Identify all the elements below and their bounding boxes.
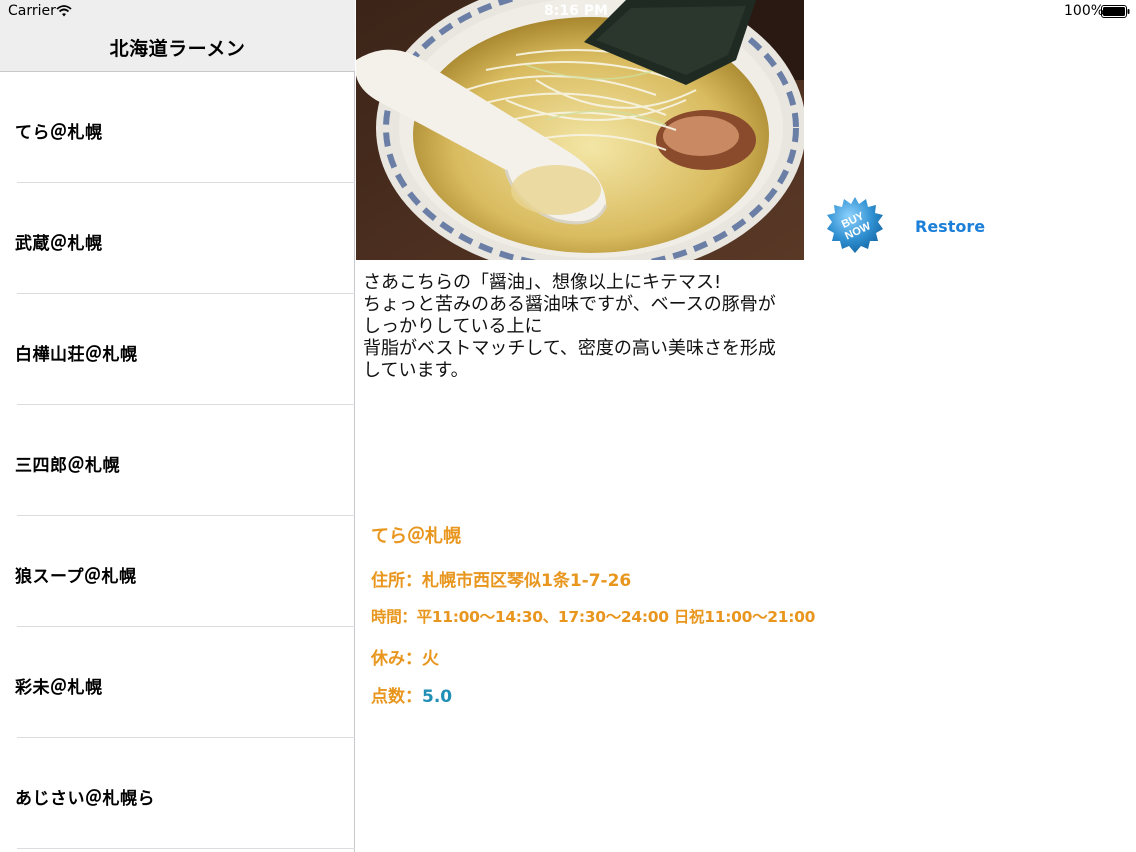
description-line: ちょっと苦みのある醤油味ですが、ベースの豚骨が	[363, 294, 776, 315]
buy-now-badge-button[interactable]: BUY NOW	[826, 196, 884, 254]
score-value: 5.0	[422, 687, 453, 707]
score-label: 点数：	[371, 687, 422, 707]
list-item-label: 白樺山荘＠札幌	[15, 345, 138, 365]
carrier-label: Carrier	[8, 3, 56, 19]
list-item-label: 彩未＠札幌	[15, 678, 103, 698]
wifi-icon	[56, 5, 72, 17]
description-line: しっかりしている上に	[363, 316, 543, 337]
shop-address: 住所：札幌市西区琴似1条1-7-26	[371, 571, 632, 591]
list-item-okami-soup[interactable]: 狼スープ＠札幌	[0, 516, 355, 627]
ramen-photo	[356, 0, 804, 260]
nav-title: 北海道ラーメン	[109, 38, 246, 60]
list-item-saimi[interactable]: 彩未＠札幌	[0, 627, 355, 738]
list-item-tera[interactable]: てら＠札幌	[0, 72, 355, 183]
restore-button[interactable]: Restore	[915, 217, 985, 236]
list-item-label: 狼スープ＠札幌	[15, 567, 137, 587]
list-item-label: あじさい＠札幌ら	[15, 789, 155, 809]
description-line: 背脂がベストマッチして、密度の高い美味さを形成	[363, 338, 776, 359]
battery-icon	[1101, 5, 1130, 18]
list-item-shirakaba-sanso[interactable]: 白樺山荘＠札幌	[0, 294, 355, 405]
shop-holiday: 休み：火	[371, 649, 439, 669]
list-item-musashi[interactable]: 武蔵＠札幌	[0, 183, 355, 294]
shop-score: 点数：5.0	[371, 682, 452, 707]
status-time: 8:16 PM	[544, 3, 608, 19]
list-item-label: てら＠札幌	[15, 123, 103, 143]
list-item-sanshiro[interactable]: 三四郎＠札幌	[0, 405, 355, 516]
shop-hours: 時間：平11:00〜14:30、17:30〜24:00 日祝11:00〜21:0…	[371, 608, 816, 626]
status-bar: Carrier 8:16 PM 100%	[0, 0, 1136, 22]
description-line: さあこちらの「醤油」、想像以上にキテマス!	[363, 272, 722, 293]
list-item-ajisai[interactable]: あじさい＠札幌ら	[0, 738, 355, 849]
list-item-label: 三四郎＠札幌	[15, 456, 120, 476]
shop-description: さあこちらの「醤油」、想像以上にキテマス! ちょっと苦みのある醤油味ですが、ベー…	[363, 272, 803, 382]
shop-list: てら＠札幌 武蔵＠札幌 白樺山荘＠札幌 三四郎＠札幌 狼スープ＠札幌 彩未＠札幌…	[0, 72, 355, 849]
list-item-label: 武蔵＠札幌	[15, 234, 103, 254]
battery-percentage: 100%	[1064, 3, 1105, 19]
shop-name: てら＠札幌	[371, 526, 461, 547]
description-line: しています。	[363, 360, 469, 381]
master-pane: 北海道ラーメン てら＠札幌 武蔵＠札幌 白樺山荘＠札幌 三四郎＠札幌 狼スープ＠…	[0, 0, 355, 852]
